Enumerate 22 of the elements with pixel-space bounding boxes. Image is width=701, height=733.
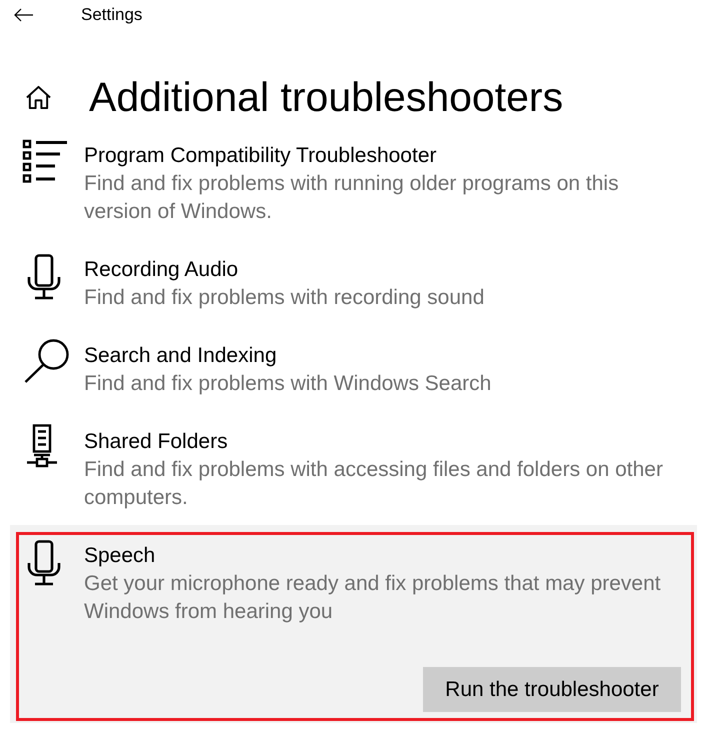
troubleshooter-description: Find and fix problems with running older programs on this version of Windows. (84, 171, 620, 225)
back-button[interactable] (14, 6, 36, 24)
microphone-icon (27, 540, 61, 586)
troubleshooter-description: Get your microphone ready and fix problems that may prevent Windows from hearing you (84, 571, 662, 625)
microphone-icon (27, 254, 61, 300)
checklist-icon (22, 139, 68, 183)
troubleshooter-description: Find and fix problems with accessing files and folders on other computers. (84, 457, 664, 511)
back-arrow-icon (14, 8, 34, 22)
troubleshooter-title: Program Compatibility Troubleshooter (84, 143, 438, 169)
search-icon (24, 339, 70, 383)
window-title: Settings (81, 5, 142, 25)
run-troubleshooter-button[interactable]: Run the troubleshooter (423, 667, 681, 712)
computer-network-icon (27, 424, 57, 468)
troubleshooter-title: Recording Audio (84, 257, 240, 283)
troubleshooter-description: Find and fix problems with recording sound (84, 285, 486, 311)
troubleshooter-title: Search and Indexing (84, 343, 278, 369)
troubleshooter-title: Shared Folders (84, 429, 229, 455)
troubleshooter-title: Speech (84, 543, 156, 569)
expanded-troubleshooter-panel[interactable]: Speech Get your microphone ready and fix problems that may prevent Windows from hearing you Run the troubleshooter (10, 525, 697, 723)
page-title: Additional troubleshooters (89, 74, 564, 121)
home-icon[interactable] (25, 85, 52, 110)
troubleshooter-description: Find and fix problems with Windows Search (84, 371, 492, 397)
